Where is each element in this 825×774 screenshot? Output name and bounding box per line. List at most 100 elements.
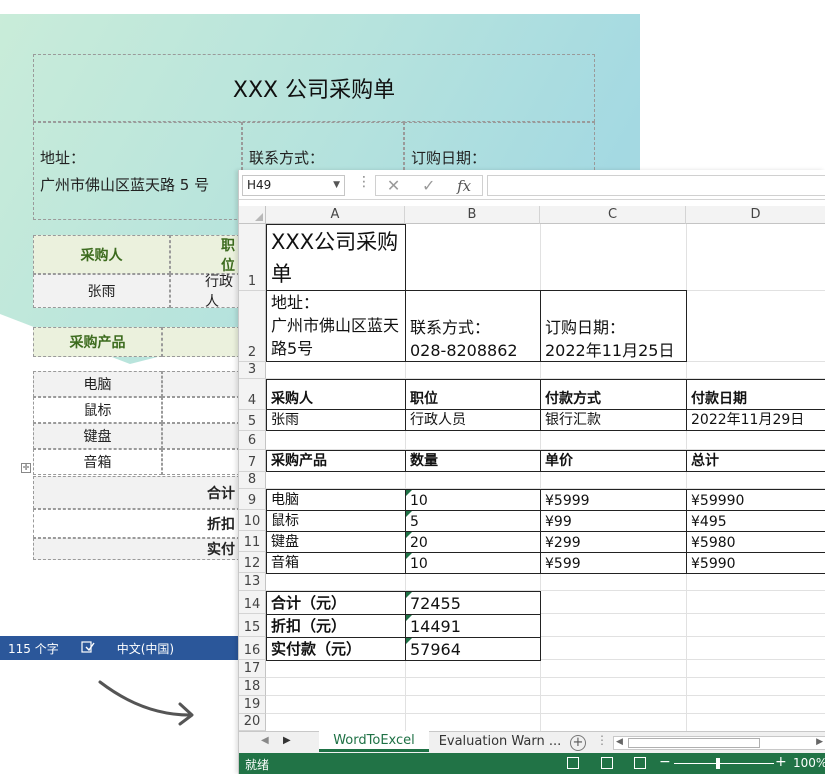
cell-a7[interactable]: 采购产品 — [266, 450, 406, 472]
row-header[interactable]: 7 — [239, 450, 266, 472]
cell-b7[interactable]: 数量 — [405, 450, 541, 472]
cell-a4[interactable]: 采购人 — [266, 379, 406, 410]
zoom-slider-thumb[interactable] — [716, 758, 720, 769]
scroll-right-icon[interactable]: ▶ — [816, 737, 823, 747]
row-header[interactable]: 1 — [239, 224, 266, 291]
language-indicator[interactable]: 中文(中国) — [117, 640, 174, 657]
item-price[interactable]: ¥5999 — [540, 489, 687, 511]
column-header-a[interactable]: A — [266, 206, 405, 224]
item-qty[interactable]: 10 — [405, 552, 541, 574]
item-product[interactable]: 音箱 — [266, 552, 406, 574]
column-header-c[interactable]: C — [540, 206, 686, 224]
cell-c2[interactable]: 订购日期： 2022年11月25日 — [540, 290, 687, 362]
item-product[interactable]: 键盘 — [266, 531, 406, 553]
zoom-level[interactable]: 100% — [793, 756, 825, 770]
row-header[interactable]: 18 — [239, 678, 266, 696]
cell-b4[interactable]: 职位 — [405, 379, 541, 410]
row-header[interactable]: 2 — [239, 291, 266, 362]
item-price[interactable]: ¥299 — [540, 531, 687, 553]
item-product[interactable]: 电脑 — [266, 489, 406, 511]
item-product[interactable]: 鼠标 — [266, 510, 406, 532]
number-as-text-indicator-icon — [406, 592, 412, 598]
row-header[interactable]: 16 — [239, 637, 266, 660]
scrollbar-thumb[interactable] — [628, 738, 760, 748]
row-header[interactable]: 12 — [239, 552, 266, 573]
normal-view-icon[interactable] — [567, 757, 579, 769]
proofing-icon[interactable] — [81, 640, 95, 656]
row-header[interactable]: 10 — [239, 510, 266, 531]
cell-d4[interactable]: 付款日期 — [686, 379, 825, 410]
item-total[interactable]: ¥495 — [686, 510, 825, 532]
cell-b5[interactable]: 行政人员 — [405, 409, 541, 431]
item-qty[interactable]: 10 — [405, 489, 541, 511]
cell-a1[interactable]: XXX公司采购单 — [266, 224, 406, 291]
zoom-out-icon[interactable]: − — [659, 754, 671, 770]
more-options-icon[interactable]: ⋮ — [596, 733, 608, 747]
row-header[interactable]: 8 — [239, 472, 266, 489]
item-qty[interactable]: 20 — [405, 531, 541, 553]
chevron-down-icon[interactable]: ▼ — [333, 176, 340, 195]
row-header[interactable]: 14 — [239, 591, 266, 614]
contact-label: 联系方式： — [249, 149, 325, 167]
page-break-preview-icon[interactable] — [634, 757, 646, 769]
formula-input[interactable] — [487, 175, 825, 196]
name-box[interactable]: H49 ▼ — [242, 175, 345, 196]
add-sheet-icon[interactable]: + — [570, 735, 586, 751]
row-header[interactable]: 4 — [239, 379, 266, 410]
row-header[interactable]: 20 — [239, 714, 266, 731]
spreadsheet-grid: A B C D 1 2 3 4 5 6 7 8 9 10 11 12 13 14… — [239, 206, 825, 731]
row-header[interactable]: 3 — [239, 362, 266, 379]
cancel-icon[interactable]: ✕ — [387, 176, 400, 195]
product-row-extra — [162, 449, 240, 475]
conversion-arrow-icon — [98, 680, 194, 726]
row-header[interactable]: 17 — [239, 660, 266, 678]
zoom-slider[interactable] — [674, 763, 774, 764]
cell-a5[interactable]: 张雨 — [266, 409, 406, 431]
page-layout-icon[interactable] — [601, 757, 613, 769]
item-price[interactable]: ¥599 — [540, 552, 687, 574]
row-header[interactable]: 9 — [239, 489, 266, 510]
row-header[interactable]: 6 — [239, 431, 266, 450]
item-total[interactable]: ¥5990 — [686, 552, 825, 574]
item-total[interactable]: ¥59990 — [686, 489, 825, 511]
cell-b2[interactable]: 联系方式： 028-8208862 — [405, 290, 541, 362]
tab-wordtoexcel[interactable]: WordToExcel — [319, 731, 429, 752]
number-as-text-indicator-icon — [406, 553, 412, 559]
tab-evaluation-warning[interactable]: Evaluation Warn ... — [435, 732, 565, 753]
horizontal-scrollbar[interactable]: ◀ ▶ — [613, 736, 825, 750]
chevron-right-icon[interactable]: ▶ — [283, 735, 291, 746]
row-header[interactable]: 11 — [239, 531, 266, 552]
row-header[interactable]: 13 — [239, 573, 266, 591]
zoom-in-icon[interactable]: + — [775, 754, 787, 770]
more-options-icon[interactable]: ⋮ — [357, 174, 371, 190]
cell-a16[interactable]: 实付款（元） — [266, 637, 406, 661]
cell-a2[interactable]: 地址： 广州市佛山区蓝天路5号 — [266, 290, 406, 362]
scroll-left-icon[interactable]: ◀ — [616, 737, 623, 747]
cell-c5[interactable]: 银行汇款 — [540, 409, 687, 431]
ready-status: 就绪 — [245, 758, 270, 772]
cell-b14[interactable]: 72455 — [405, 591, 541, 615]
row-header[interactable]: 15 — [239, 614, 266, 637]
column-header-b[interactable]: B — [405, 206, 540, 224]
row-header[interactable]: 19 — [239, 696, 266, 714]
select-all-corner[interactable] — [239, 206, 266, 224]
chevron-left-icon[interactable]: ◀ — [261, 735, 269, 746]
cell-d7[interactable]: 总计 — [686, 450, 825, 472]
cell-b15[interactable]: 14491 — [405, 614, 541, 638]
confirm-icon[interactable]: ✓ — [422, 176, 435, 195]
item-total[interactable]: ¥5980 — [686, 531, 825, 553]
cell-c4[interactable]: 付款方式 — [540, 379, 687, 410]
cell-a15[interactable]: 折扣（元） — [266, 614, 406, 638]
column-header-d[interactable]: D — [686, 206, 825, 224]
cell-b16[interactable]: 57964 — [405, 637, 541, 661]
cell-c7[interactable]: 单价 — [540, 450, 687, 472]
word-count[interactable]: 115 个字 — [8, 640, 59, 657]
cell-a14[interactable]: 合计（元） — [266, 591, 406, 615]
insert-function-icon[interactable]: fx — [457, 177, 471, 195]
cell-d5[interactable]: 2022年11月29日 — [686, 409, 825, 431]
table-move-handle-icon[interactable]: ✛ — [21, 463, 31, 473]
product-header-extra — [162, 327, 240, 357]
row-header[interactable]: 5 — [239, 410, 266, 431]
item-price[interactable]: ¥99 — [540, 510, 687, 532]
item-qty[interactable]: 5 — [405, 510, 541, 532]
